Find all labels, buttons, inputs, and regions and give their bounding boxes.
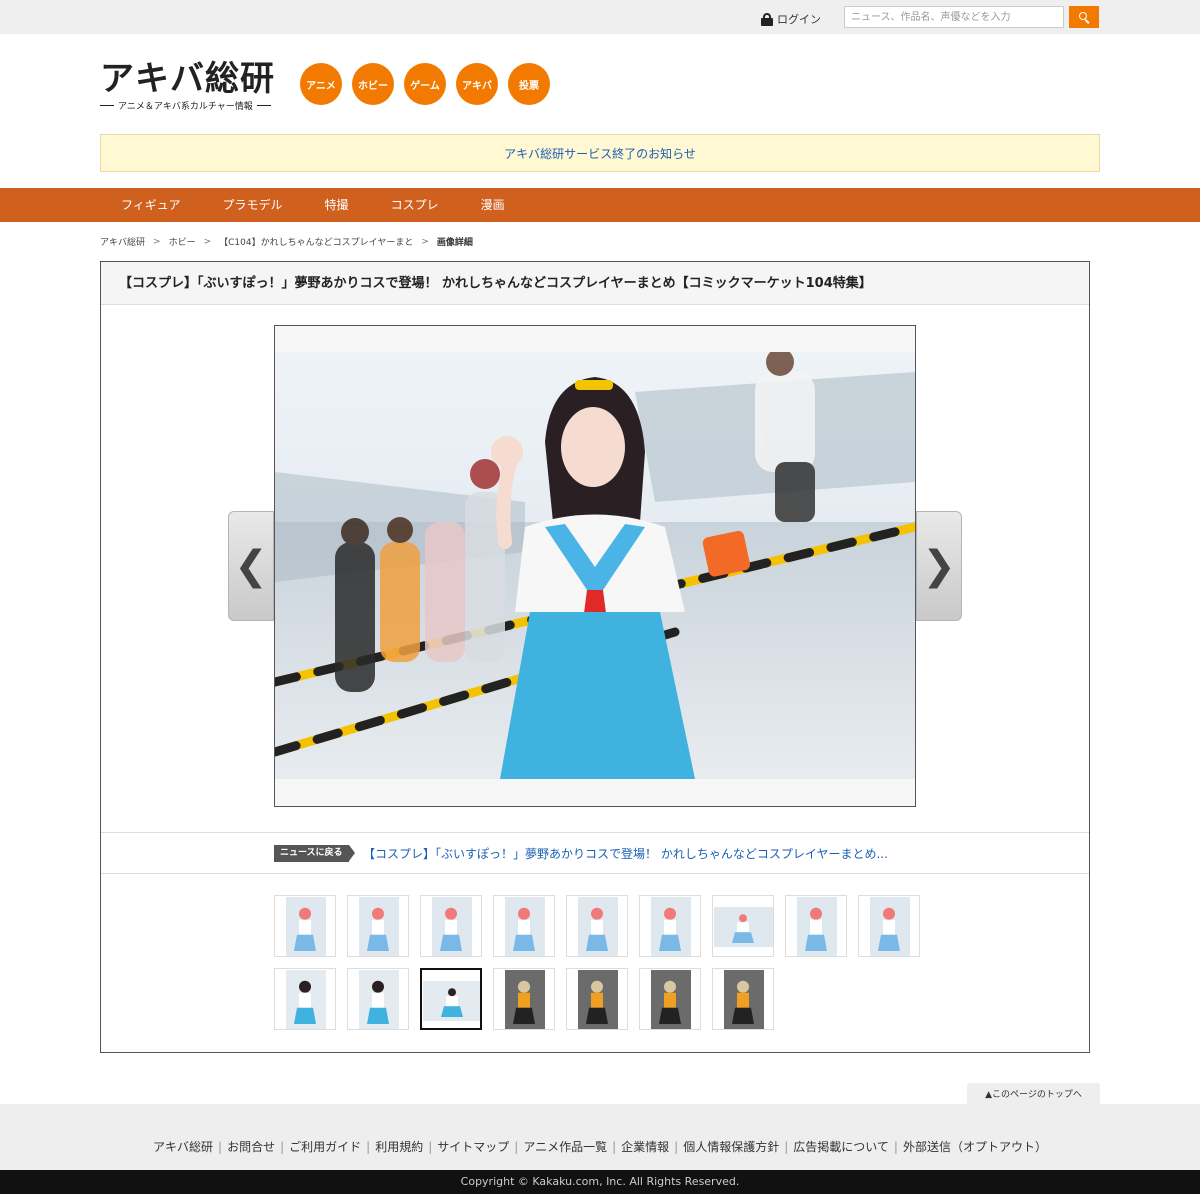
main-photo	[275, 352, 915, 779]
chevron-right-icon: >	[203, 236, 212, 247]
footer: アキバ総研 | お問合せ | ご利用ガイド | 利用規約 | サイトマップ | アニメ作品一覧 | 企業…	[0, 1104, 1200, 1170]
breadcrumb-item[interactable]: ホビー	[169, 235, 196, 248]
thumbnail-item[interactable]	[274, 895, 336, 957]
thumbnail-item[interactable]	[785, 895, 847, 957]
prev-image-button[interactable]: ❮	[228, 511, 274, 621]
category-akiba-button[interactable]: アキバ	[456, 63, 498, 105]
footer-link[interactable]: 個人情報保護方針	[683, 1140, 779, 1154]
thumbnail-item[interactable]	[639, 968, 701, 1030]
thumbnail-item[interactable]	[712, 968, 774, 1030]
logo-tagline: アニメ＆アキバ系カルチャー情報	[100, 99, 280, 112]
back-to-news-row: ニュースに戻る 【コスプレ】「ぶいすぽっ！」夢野あかりコスで登場！ かれしちゃん…	[101, 832, 1089, 874]
nav-item-cosplay[interactable]: コスプレ	[370, 188, 460, 222]
thumbnail-item[interactable]	[566, 968, 628, 1030]
footer-separator: |	[784, 1140, 789, 1154]
thumbnail-item[interactable]	[639, 895, 701, 957]
main-photo-frame	[274, 325, 916, 807]
footer-link[interactable]: 広告掲載について	[793, 1140, 889, 1154]
thumbnail-item[interactable]	[420, 895, 482, 957]
footer-link[interactable]: お問合せ	[227, 1140, 275, 1154]
thumbnail-item[interactable]	[858, 895, 920, 957]
footer-separator: |	[280, 1140, 285, 1154]
page-top-button[interactable]: ▲このページのトップへ	[967, 1083, 1100, 1104]
next-image-button[interactable]: ❯	[916, 511, 962, 621]
login-link[interactable]: ログイン	[761, 11, 821, 27]
thumbnail-item[interactable]	[420, 968, 482, 1030]
footer-separator: |	[674, 1140, 679, 1154]
thumbnail-item[interactable]	[493, 895, 555, 957]
footer-separator: |	[428, 1140, 433, 1154]
footer-separator: |	[218, 1140, 223, 1154]
copyright: Copyright © Kakaku.com, Inc. All Rights …	[0, 1170, 1200, 1194]
thumbnail-item[interactable]	[712, 895, 774, 957]
category-nav: アニメ ホビー ゲーム アキバ 投票	[300, 63, 550, 105]
site-logo[interactable]: アキバ総研 アニメ＆アキバ系カルチャー情報	[100, 60, 280, 112]
thumbnail-item[interactable]	[566, 895, 628, 957]
breadcrumb-current: 画像詳細	[436, 238, 473, 248]
category-game-button[interactable]: ゲーム	[404, 63, 446, 105]
chevron-right-icon: >	[153, 236, 161, 247]
footer-link[interactable]: 利用規約	[375, 1140, 423, 1154]
thumbnail-item[interactable]	[274, 968, 336, 1030]
chevron-right-icon: >	[421, 236, 429, 247]
thumbnail-item[interactable]	[347, 968, 409, 1030]
footer-links: アキバ総研 | お問合せ | ご利用ガイド | 利用規約 | サイトマップ | アニメ作品一覧 | 企業…	[0, 1138, 1200, 1155]
nav-item-manga[interactable]: 漫画	[460, 188, 526, 222]
logo-title: アキバ総研	[100, 59, 275, 99]
image-detail-panel: 【コスプレ】「ぶいすぽっ！」夢野あかりコスで登場！ かれしちゃんなどコスプレイヤ…	[100, 261, 1090, 1053]
footer-separator: |	[612, 1140, 617, 1154]
category-anime-button[interactable]: アニメ	[300, 63, 342, 105]
breadcrumb-item[interactable]: 【C104】かれしちゃんなどコスプレイヤーまと	[219, 235, 413, 248]
back-to-news-badge[interactable]: ニュースに戻る	[274, 845, 355, 862]
search-input[interactable]	[844, 6, 1064, 28]
footer-link[interactable]: 外部送信（オプトアウト）	[903, 1140, 1047, 1154]
lock-icon	[761, 12, 773, 26]
footer-separator: |	[366, 1140, 371, 1154]
article-title: 【コスプレ】「ぶいすぽっ！」夢野あかりコスで登場！ かれしちゃんなどコスプレイヤ…	[101, 262, 1089, 305]
footer-link[interactable]: アニメ作品一覧	[523, 1140, 607, 1154]
search-icon	[1078, 11, 1090, 24]
service-end-notice[interactable]: アキバ総研サービス終了のお知らせ	[100, 134, 1100, 172]
nav-item-figure[interactable]: フィギュア	[100, 188, 202, 222]
top-bar: ログイン	[0, 0, 1200, 34]
footer-link[interactable]: サイトマップ	[437, 1140, 509, 1154]
footer-separator: |	[514, 1140, 519, 1154]
footer-link[interactable]: 企業情報	[621, 1140, 669, 1154]
footer-link[interactable]: アキバ総研	[153, 1140, 213, 1154]
thumbnail-item[interactable]	[347, 895, 409, 957]
breadcrumb: アキバ総研 > ホビー > 【C104】かれしちゃんなどコスプレイヤーまと > …	[100, 235, 473, 249]
breadcrumb-item[interactable]: アキバ総研	[100, 235, 145, 248]
back-to-news-link[interactable]: 【コスプレ】「ぶいすぽっ！」夢野あかりコスで登場！ かれしちゃんなどコスプレイヤ…	[363, 845, 888, 862]
footer-separator: |	[893, 1140, 898, 1154]
search-button[interactable]	[1069, 6, 1099, 28]
category-hobby-button[interactable]: ホビー	[352, 63, 394, 105]
category-vote-button[interactable]: 投票	[508, 63, 550, 105]
nav-item-tokusatsu[interactable]: 特撮	[304, 188, 370, 222]
footer-link[interactable]: ご利用ガイド	[289, 1140, 361, 1154]
login-label: ログイン	[777, 13, 821, 26]
nav-item-plamodel[interactable]: プラモデル	[202, 188, 304, 222]
thumbnail-item[interactable]	[493, 968, 555, 1030]
sub-nav-bar: フィギュア プラモデル 特撮 コスプレ 漫画	[0, 188, 1200, 222]
